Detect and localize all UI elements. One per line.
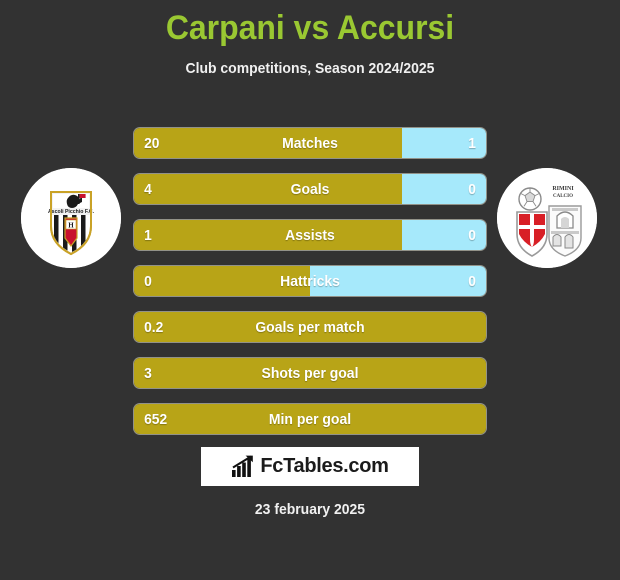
stat-bar-row: 652 Min per goal bbox=[134, 404, 486, 434]
bar-chart-growth-icon bbox=[232, 455, 254, 477]
page-subtitle: Club competitions, Season 2024/2025 bbox=[185, 60, 435, 77]
stat-value-left: 652 bbox=[144, 410, 168, 428]
svg-text:CALCIO: CALCIO bbox=[553, 194, 573, 199]
stat-value-left: 1 bbox=[144, 226, 152, 244]
team-crest-left: Ascoli Picchio F.C. H bbox=[21, 168, 121, 268]
stat-value-left: 4 bbox=[144, 180, 152, 198]
stat-value-left: 20 bbox=[144, 134, 160, 152]
stat-bar-content: 40 bbox=[134, 174, 486, 204]
stat-value-left: 0.2 bbox=[144, 318, 164, 336]
stat-bar-row: 4 0 Goals bbox=[134, 174, 486, 204]
team-crest-right: RIMINI CALCIO bbox=[497, 168, 597, 268]
brand-label: FcTables.com bbox=[260, 455, 389, 477]
stat-bar-content: 652 bbox=[134, 404, 486, 434]
stats-bar-list: 20 1 Matches 4 0 Goals 1 0 Assists 0 0 Hattricks 0.2… bbox=[134, 128, 486, 450]
stat-bar-row: 3 Shots per goal bbox=[134, 358, 486, 388]
stat-bar-row: 20 1 Matches bbox=[134, 128, 486, 158]
stat-value-right: 0 bbox=[468, 226, 476, 244]
player-comparison-infographic: Carpani vs Accursi Club competitions, Se… bbox=[0, 0, 620, 580]
fctables-brand[interactable]: FcTables.com bbox=[201, 447, 419, 486]
crest-caption-right: RIMINI bbox=[552, 186, 574, 192]
report-date: 23 february 2025 bbox=[254, 501, 366, 518]
header: Carpani vs Accursi Club competitions, Se… bbox=[0, 0, 620, 78]
stat-bar-content: 00 bbox=[134, 266, 486, 296]
rimini-calcio-crest-icon: RIMINI CALCIO bbox=[497, 168, 597, 268]
stat-bar-row: 0.2 Goals per match bbox=[134, 312, 486, 342]
stat-value-left: 3 bbox=[144, 364, 152, 382]
stat-value-right: 1 bbox=[468, 134, 476, 152]
svg-text:H: H bbox=[68, 221, 74, 229]
stat-bar-row: 0 0 Hattricks bbox=[134, 266, 486, 296]
stat-value-left: 0 bbox=[144, 272, 152, 290]
stat-value-right: 0 bbox=[468, 272, 476, 290]
ascoli-picchio-fc-crest-icon: Ascoli Picchio F.C. H bbox=[21, 168, 121, 268]
crest-caption-left: Ascoli Picchio F.C. bbox=[48, 209, 95, 215]
page-title: Carpani vs Accursi bbox=[165, 9, 455, 47]
stat-bar-content: 20 1 bbox=[134, 128, 486, 158]
stat-bar-content: 3 bbox=[134, 358, 486, 388]
stat-value-right: 0 bbox=[468, 180, 476, 198]
stat-bar-content: 0.2 bbox=[134, 312, 486, 342]
stat-bar-content: 10 bbox=[134, 220, 486, 250]
stat-bar-row: 1 0 Assists bbox=[134, 220, 486, 250]
